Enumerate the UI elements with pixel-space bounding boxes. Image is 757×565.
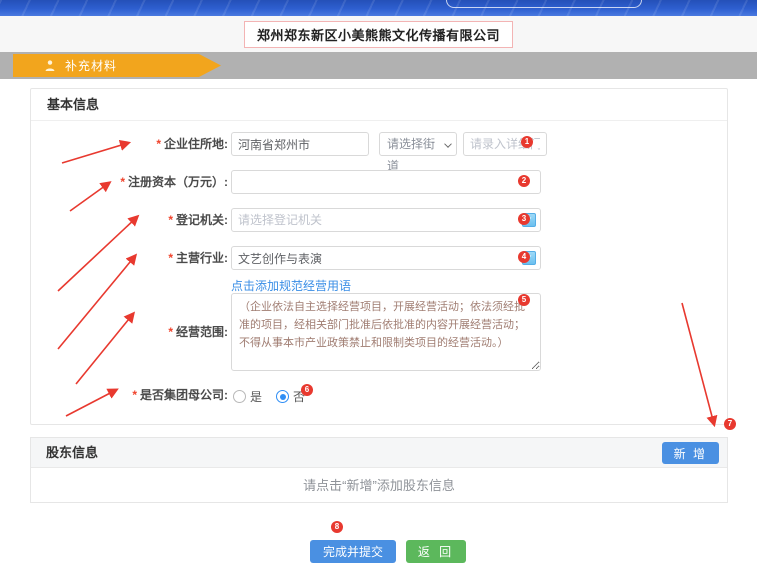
address-label: *企业住所地: — [56, 132, 228, 156]
radio-no[interactable] — [276, 390, 289, 403]
chevron-down-icon — [444, 140, 452, 148]
scope-label: *经营范围: — [56, 320, 228, 344]
tab-supplementary-materials[interactable]: 补充材料 — [13, 54, 223, 77]
required-mark: * — [120, 175, 125, 189]
back-button[interactable]: 返 回 — [406, 540, 466, 563]
annotation-badge-6: 6 — [301, 384, 313, 396]
banner-pattern — [0, 0, 757, 16]
capital-input[interactable] — [231, 170, 541, 194]
shareholder-header: 股东信息 新 增 — [31, 438, 727, 468]
street-select-value: 请选择街道 — [387, 137, 435, 173]
basic-info-panel: 基本信息 *企业住所地: 请选择街道 *注册资本（万元）: *登记机关: ✓ *… — [30, 88, 728, 425]
shareholder-empty-text: 请点击“新增”添加股东信息 — [31, 468, 727, 503]
street-select[interactable]: 请选择街道 — [379, 132, 457, 156]
authority-picker: ✓ — [231, 208, 541, 232]
address-detail-input[interactable] — [463, 132, 547, 156]
address-city-input[interactable] — [231, 132, 369, 156]
tab-label: 补充材料 — [65, 57, 117, 74]
authority-label: *登记机关: — [56, 208, 228, 232]
required-mark: * — [156, 137, 161, 151]
capital-label: *注册资本（万元）: — [56, 170, 228, 194]
annotation-badge-8: 8 — [331, 521, 343, 533]
annotation-badge-2: 2 — [518, 175, 530, 187]
submit-button[interactable]: 完成并提交 — [310, 540, 396, 563]
company-title-strip: 郑州郑东新区小美熊熊文化传播有限公司 — [0, 16, 757, 52]
breadcrumb: 补充材料 — [0, 52, 757, 79]
radio-yes[interactable] — [233, 390, 246, 403]
radio-yes-label: 是 — [250, 388, 262, 405]
industry-label: *主营行业: — [56, 246, 228, 270]
person-icon — [45, 60, 55, 72]
banner-search-outline — [446, 0, 642, 8]
page: 郑州郑东新区小美熊熊文化传播有限公司 补充材料 基本信息 *企业住所地: 请选择… — [0, 0, 757, 565]
add-shareholder-button[interactable]: 新 增 — [662, 442, 719, 464]
annotation-badge-5: 5 — [518, 294, 530, 306]
annotation-badge-7: 7 — [724, 418, 736, 430]
annotation-badge-1: 1 — [521, 136, 533, 148]
required-mark: * — [132, 388, 137, 402]
group-parent-label: *是否集团母公司: — [56, 383, 228, 407]
required-mark: * — [168, 213, 173, 227]
industry-input[interactable] — [231, 246, 541, 270]
shareholder-title: 股东信息 — [46, 438, 98, 468]
annotation-badge-4: 4 — [518, 251, 530, 263]
company-name-box: 郑州郑东新区小美熊熊文化传播有限公司 — [244, 21, 513, 48]
top-banner — [0, 0, 757, 16]
authority-input[interactable] — [231, 208, 541, 232]
add-standard-terms-link[interactable]: 点击添加规范经营用语 — [231, 277, 351, 294]
annotation-badge-3: 3 — [518, 213, 530, 225]
scope-textarea[interactable]: （企业依法自主选择经营项目，开展经营活动；依法须经批准的项目，经相关部门批准后依… — [231, 293, 541, 371]
industry-picker: ✓ — [231, 246, 541, 270]
shareholder-panel: 股东信息 新 增 请点击“新增”添加股东信息 — [30, 437, 728, 503]
basic-info-title: 基本信息 — [31, 89, 727, 121]
required-mark: * — [168, 325, 173, 339]
required-mark: * — [168, 251, 173, 265]
